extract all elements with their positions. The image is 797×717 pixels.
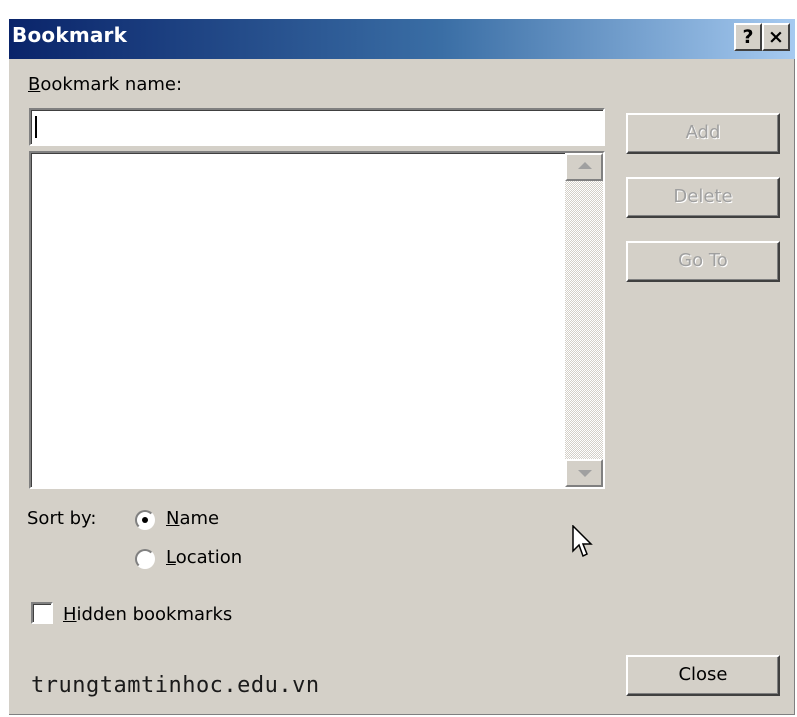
arrow-pointer-icon	[572, 525, 593, 558]
delete-button[interactable]: Delete	[626, 177, 780, 218]
help-button[interactable]: ?	[734, 23, 762, 51]
sort-name-label[interactable]: Name	[166, 508, 219, 529]
sort-location-text: ocation	[175, 547, 243, 568]
close-button[interactable]: Close	[626, 655, 780, 696]
hidden-bookmarks-checkbox[interactable]	[31, 602, 53, 624]
scroll-down-arrow-icon	[578, 470, 592, 477]
close-window-button[interactable]: ×	[762, 23, 790, 51]
sort-by-label: Sort by:	[27, 508, 97, 529]
watermark-text: trungtamtinhoc.edu.vn	[31, 673, 320, 698]
goto-button[interactable]: Go To	[626, 241, 780, 282]
hidden-bookmarks-accel: H	[63, 604, 77, 625]
sort-location-accel: L	[166, 547, 176, 568]
scroll-down-button[interactable]	[565, 459, 603, 487]
scroll-up-button[interactable]	[565, 153, 603, 181]
bookmark-name-label-text: ookmark name:	[40, 74, 183, 95]
hidden-bookmarks-text: idden bookmarks	[76, 604, 233, 625]
add-button[interactable]: Add	[626, 113, 780, 154]
bookmark-dialog: Bookmark ? × Bookmark name: Add Delete G…	[9, 19, 795, 715]
bookmark-name-label: Bookmark name:	[28, 74, 182, 95]
bookmark-name-input[interactable]	[29, 108, 605, 146]
title-bar[interactable]: Bookmark ? ×	[9, 19, 795, 59]
sort-location-label[interactable]: Location	[166, 547, 242, 568]
sort-name-radio[interactable]	[135, 510, 155, 530]
bookmark-name-label-accel: B	[28, 74, 41, 95]
bookmark-list[interactable]	[29, 151, 605, 489]
sort-name-accel: N	[166, 508, 180, 529]
bookmark-list-scrollbar[interactable]	[565, 153, 603, 487]
text-caret	[35, 116, 37, 138]
sort-location-radio[interactable]	[135, 549, 155, 569]
radio-selected-dot	[142, 517, 148, 523]
sort-name-text: ame	[179, 508, 220, 529]
dialog-title: Bookmark	[12, 23, 128, 47]
hidden-bookmarks-label[interactable]: Hidden bookmarks	[63, 604, 232, 625]
scroll-up-arrow-icon	[578, 162, 592, 169]
